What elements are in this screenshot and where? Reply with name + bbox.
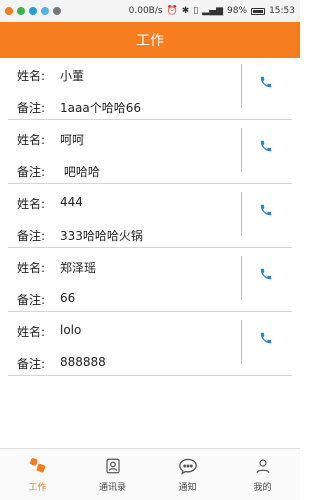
contact-note: 333哈哈哈火锅 <box>60 229 143 243</box>
note-label: 备注: <box>17 357 46 371</box>
list-item[interactable]: 姓名: 小董 备注: 1aaa个哈哈66 <box>8 58 292 120</box>
page-title: 工作 <box>136 33 164 49</box>
contact-list[interactable]: 姓名: 小董 备注: 1aaa个哈哈66 姓名: 呵呵 备注: 吧哈哈 姓名: … <box>0 58 300 448</box>
divider <box>241 64 242 108</box>
work-icon <box>28 456 48 476</box>
divider <box>241 192 242 236</box>
note-row: 备注: 888888 <box>17 355 106 372</box>
note-label: 备注: <box>17 293 46 307</box>
name-row: 姓名: 小董 <box>17 67 84 84</box>
battery-icon <box>251 7 266 15</box>
bottom-tab-bar: 工作 通讯录 通知 我的 <box>0 448 300 500</box>
signal-icon: ▂▄▆ <box>202 5 224 16</box>
call-phone-icon[interactable] <box>258 202 274 218</box>
name-row: 姓名: lolo <box>17 323 81 340</box>
tab-notifications[interactable]: 通知 <box>150 449 225 500</box>
bluetooth-icon: ✱ <box>181 5 190 16</box>
divider <box>241 128 242 172</box>
contact-name: 郑泽瑶 <box>60 261 97 275</box>
alarm-icon: ⏰ <box>166 5 178 16</box>
name-label: 姓名: <box>17 325 46 339</box>
name-row: 姓名: 郑泽瑶 <box>17 259 96 276</box>
name-row: 姓名: 呵呵 <box>17 131 84 148</box>
battery-percent: 98% <box>227 6 248 16</box>
app-bar: 工作 <box>0 22 300 58</box>
notification-app-icon <box>29 7 37 15</box>
tab-contacts[interactable]: 通讯录 <box>75 449 150 500</box>
tab-label: 通知 <box>178 483 197 493</box>
notification-app-icon <box>53 7 61 15</box>
note-row: 备注: 333哈哈哈火锅 <box>17 227 143 244</box>
notification-app-icon <box>17 7 25 15</box>
tab-label: 我的 <box>253 483 272 493</box>
note-row: 备注: 吧哈哈 <box>17 163 100 180</box>
note-label: 备注: <box>17 101 46 115</box>
contact-note: 吧哈哈 <box>60 165 100 179</box>
contact-name: 呵呵 <box>60 133 85 147</box>
call-phone-icon[interactable] <box>258 74 274 90</box>
call-phone-icon[interactable] <box>258 330 274 346</box>
note-label: 备注: <box>17 165 46 179</box>
notification-app-icon <box>41 7 49 15</box>
chat-bubble-icon <box>178 456 198 476</box>
list-item[interactable]: 姓名: 呵呵 备注: 吧哈哈 <box>8 122 292 184</box>
vibrate-icon: ▯ <box>193 5 199 16</box>
note-row: 备注: 1aaa个哈哈66 <box>17 99 141 116</box>
tab-label: 工作 <box>28 483 47 493</box>
contact-note: 888888 <box>60 355 106 369</box>
person-icon <box>253 456 273 476</box>
divider <box>241 320 242 364</box>
name-label: 姓名: <box>17 197 46 211</box>
contact-note: 66 <box>60 291 76 305</box>
status-bar: 0.00B/s ⏰ ✱ ▯ ▂▄▆ 98% 15:53 <box>0 0 300 22</box>
contact-name: 小董 <box>60 69 85 83</box>
tab-me[interactable]: 我的 <box>225 449 300 500</box>
tab-work[interactable]: 工作 <box>0 449 75 500</box>
list-item[interactable]: 姓名: 444 备注: 333哈哈哈火锅 <box>8 186 292 248</box>
contact-name: 444 <box>60 195 83 209</box>
status-bar-right: 0.00B/s ⏰ ✱ ▯ ▂▄▆ 98% 15:53 <box>129 6 295 16</box>
list-item[interactable]: 姓名: lolo 备注: 888888 <box>8 314 292 376</box>
name-label: 姓名: <box>17 261 46 275</box>
contact-note: 1aaa个哈哈66 <box>60 101 141 115</box>
call-phone-icon[interactable] <box>258 266 274 282</box>
name-label: 姓名: <box>17 133 46 147</box>
tab-label: 通讯录 <box>98 483 126 493</box>
divider <box>241 256 242 300</box>
list-item[interactable]: 姓名: 郑泽瑶 备注: 66 <box>8 250 292 312</box>
name-row: 姓名: 444 <box>17 195 83 212</box>
note-label: 备注: <box>17 229 46 243</box>
name-label: 姓名: <box>17 69 46 83</box>
status-bar-left <box>5 7 61 15</box>
notification-app-icon <box>5 7 13 15</box>
call-phone-icon[interactable] <box>258 138 274 154</box>
note-row: 备注: 66 <box>17 291 75 308</box>
clock: 15:53 <box>269 6 295 16</box>
contacts-icon <box>103 456 123 476</box>
contact-name: lolo <box>60 323 82 337</box>
network-speed: 0.00B/s <box>128 6 163 16</box>
